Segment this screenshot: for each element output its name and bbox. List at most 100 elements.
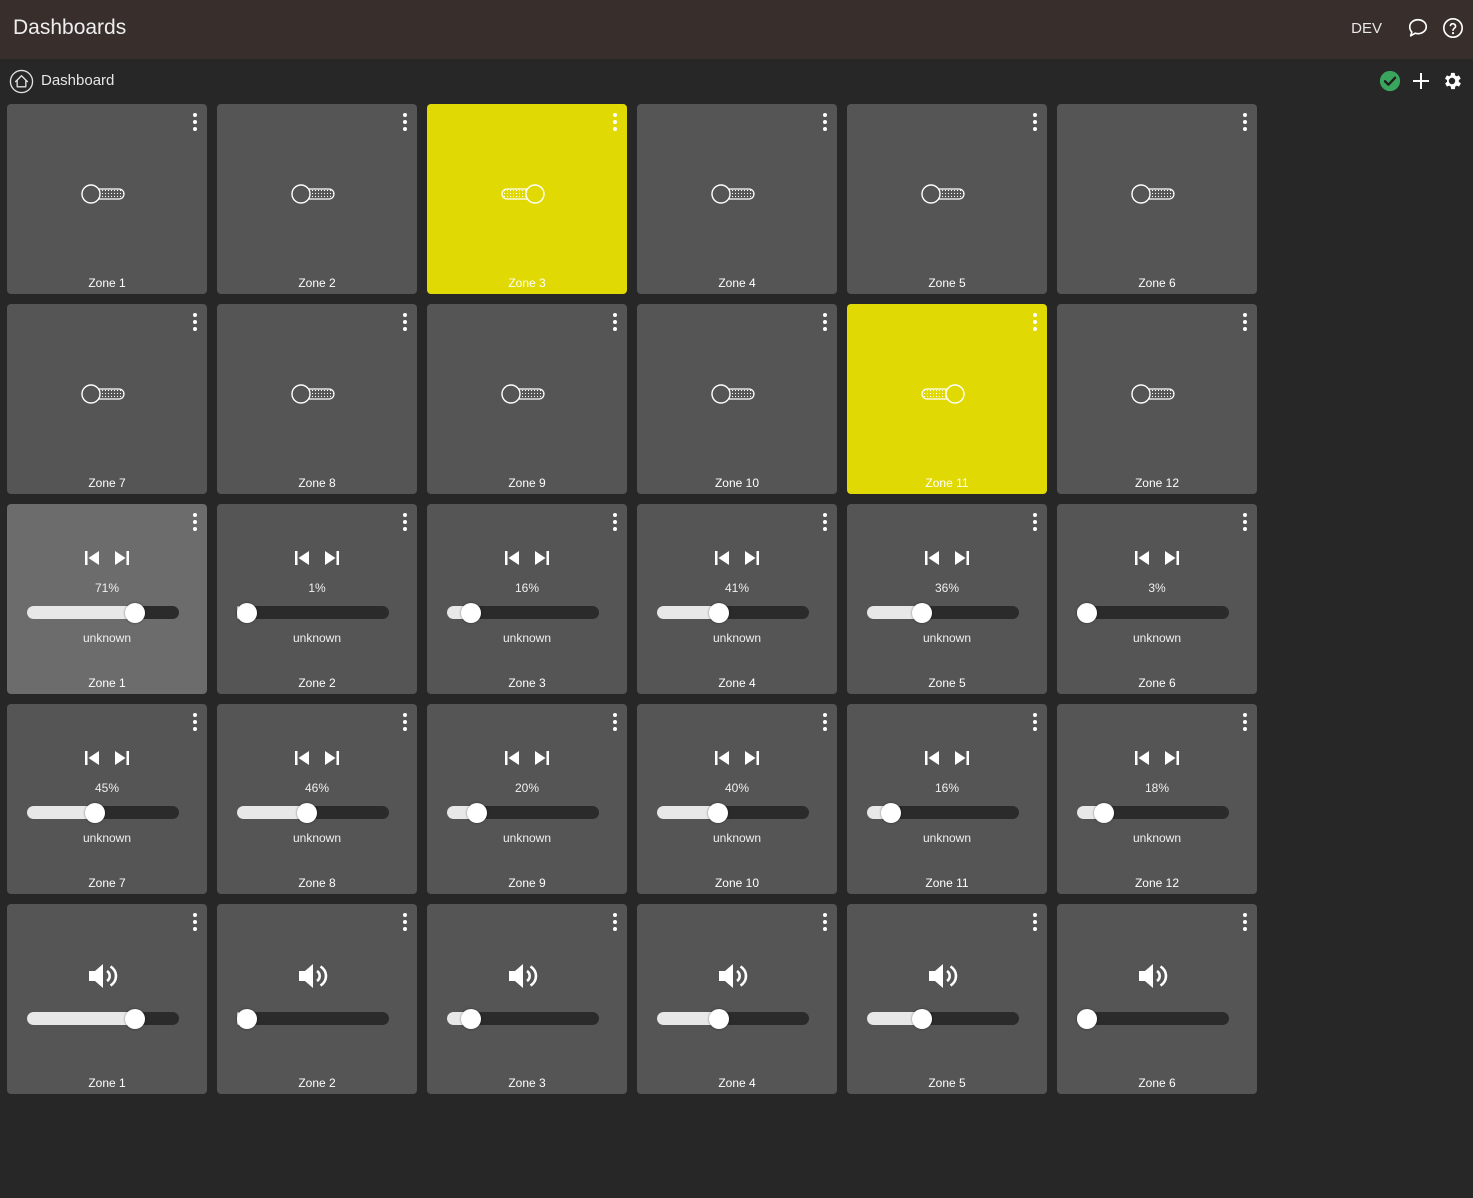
more-options-icon[interactable] — [817, 912, 833, 932]
speaker-volume-icon[interactable] — [507, 960, 541, 992]
switch-tile[interactable]: Zone 9 — [427, 304, 627, 494]
more-options-icon[interactable] — [1237, 112, 1253, 132]
switch-tile[interactable]: Zone 3 — [427, 104, 627, 294]
volume-slider[interactable] — [237, 603, 389, 623]
skip-next-icon[interactable] — [1161, 548, 1183, 568]
more-options-icon[interactable] — [397, 312, 413, 332]
volume-slider-knob[interactable] — [1094, 803, 1115, 823]
speaker-volume-icon[interactable] — [1137, 960, 1171, 992]
more-options-icon[interactable] — [1027, 112, 1043, 132]
skip-previous-icon[interactable] — [921, 748, 943, 768]
volume-slider[interactable] — [237, 1009, 389, 1029]
media-player-tile[interactable]: 18% unknown Zone 12 — [1057, 704, 1257, 894]
volume-slider-knob[interactable] — [881, 803, 902, 823]
more-options-icon[interactable] — [1237, 512, 1253, 532]
volume-slider[interactable] — [867, 1009, 1019, 1029]
skip-next-icon[interactable] — [321, 548, 343, 568]
volume-slider[interactable] — [867, 803, 1019, 823]
skip-previous-icon[interactable] — [921, 548, 943, 568]
home-assistant-icon[interactable] — [9, 69, 34, 94]
volume-slider-knob[interactable] — [124, 1009, 145, 1029]
media-player-tile[interactable]: 16% unknown Zone 3 — [427, 504, 627, 694]
media-player-tile[interactable]: 16% unknown Zone 11 — [847, 704, 1047, 894]
volume-slider-knob[interactable] — [709, 1009, 730, 1029]
speaker-volume-icon[interactable] — [717, 960, 751, 992]
switch-tile[interactable]: Zone 2 — [217, 104, 417, 294]
more-options-icon[interactable] — [1237, 312, 1253, 332]
more-options-icon[interactable] — [1027, 512, 1043, 532]
media-player-tile[interactable]: 46% unknown Zone 8 — [217, 704, 417, 894]
help-circle-icon[interactable] — [1440, 15, 1466, 41]
volume-slider-knob[interactable] — [911, 603, 932, 623]
more-options-icon[interactable] — [187, 312, 203, 332]
skip-next-icon[interactable] — [951, 748, 973, 768]
volume-slider-knob[interactable] — [1077, 1009, 1097, 1029]
more-options-icon[interactable] — [607, 512, 623, 532]
volume-slider[interactable] — [657, 803, 809, 823]
skip-next-icon[interactable] — [531, 548, 553, 568]
more-options-icon[interactable] — [187, 112, 203, 132]
more-options-icon[interactable] — [607, 312, 623, 332]
more-options-icon[interactable] — [187, 712, 203, 732]
skip-next-icon[interactable] — [741, 748, 763, 768]
more-options-icon[interactable] — [817, 712, 833, 732]
more-options-icon[interactable] — [1237, 912, 1253, 932]
check-circle-icon[interactable] — [1378, 69, 1402, 93]
volume-slider[interactable] — [1077, 603, 1229, 623]
more-options-icon[interactable] — [187, 512, 203, 532]
switch-tile[interactable]: Zone 4 — [637, 104, 837, 294]
more-options-icon[interactable] — [397, 512, 413, 532]
volume-slider-knob[interactable] — [85, 803, 106, 823]
skip-next-icon[interactable] — [741, 548, 763, 568]
more-options-icon[interactable] — [607, 712, 623, 732]
volume-slider-knob[interactable] — [237, 603, 257, 623]
more-options-icon[interactable] — [1237, 712, 1253, 732]
gear-icon[interactable] — [1440, 69, 1464, 93]
more-options-icon[interactable] — [397, 912, 413, 932]
volume-tile[interactable]: Zone 4 — [637, 904, 837, 1094]
skip-next-icon[interactable] — [531, 748, 553, 768]
skip-previous-icon[interactable] — [711, 748, 733, 768]
skip-previous-icon[interactable] — [501, 748, 523, 768]
volume-slider[interactable] — [27, 1009, 179, 1029]
speaker-volume-icon[interactable] — [297, 960, 331, 992]
volume-slider[interactable] — [1077, 1009, 1229, 1029]
volume-tile[interactable]: Zone 3 — [427, 904, 627, 1094]
volume-slider[interactable] — [237, 803, 389, 823]
skip-previous-icon[interactable] — [291, 748, 313, 768]
volume-slider-knob[interactable] — [124, 603, 145, 623]
volume-slider-knob[interactable] — [461, 1009, 482, 1029]
switch-tile[interactable]: Zone 11 — [847, 304, 1047, 494]
switch-tile[interactable]: Zone 12 — [1057, 304, 1257, 494]
volume-slider-knob[interactable] — [1077, 603, 1097, 623]
volume-slider-knob[interactable] — [237, 1009, 257, 1029]
volume-slider-knob[interactable] — [911, 1009, 932, 1029]
more-options-icon[interactable] — [817, 312, 833, 332]
skip-previous-icon[interactable] — [81, 748, 103, 768]
more-options-icon[interactable] — [607, 112, 623, 132]
volume-slider[interactable] — [447, 603, 599, 623]
volume-slider-knob[interactable] — [296, 803, 317, 823]
volume-slider-knob[interactable] — [467, 803, 488, 823]
chat-bubble-icon[interactable] — [1405, 15, 1431, 41]
media-player-tile[interactable]: 3% unknown Zone 6 — [1057, 504, 1257, 694]
plus-icon[interactable] — [1409, 69, 1433, 93]
volume-slider[interactable] — [27, 803, 179, 823]
switch-tile[interactable]: Zone 7 — [7, 304, 207, 494]
media-player-tile[interactable]: 20% unknown Zone 9 — [427, 704, 627, 894]
switch-tile[interactable]: Zone 10 — [637, 304, 837, 494]
skip-previous-icon[interactable] — [711, 548, 733, 568]
volume-slider-knob[interactable] — [707, 803, 728, 823]
volume-tile[interactable]: Zone 6 — [1057, 904, 1257, 1094]
volume-slider[interactable] — [1077, 803, 1229, 823]
skip-next-icon[interactable] — [1161, 748, 1183, 768]
volume-tile[interactable]: Zone 5 — [847, 904, 1047, 1094]
volume-tile[interactable]: Zone 1 — [7, 904, 207, 1094]
more-options-icon[interactable] — [817, 512, 833, 532]
switch-tile[interactable]: Zone 6 — [1057, 104, 1257, 294]
volume-slider-knob[interactable] — [709, 603, 730, 623]
volume-slider[interactable] — [27, 603, 179, 623]
skip-previous-icon[interactable] — [501, 548, 523, 568]
skip-previous-icon[interactable] — [1131, 548, 1153, 568]
volume-tile[interactable]: Zone 2 — [217, 904, 417, 1094]
